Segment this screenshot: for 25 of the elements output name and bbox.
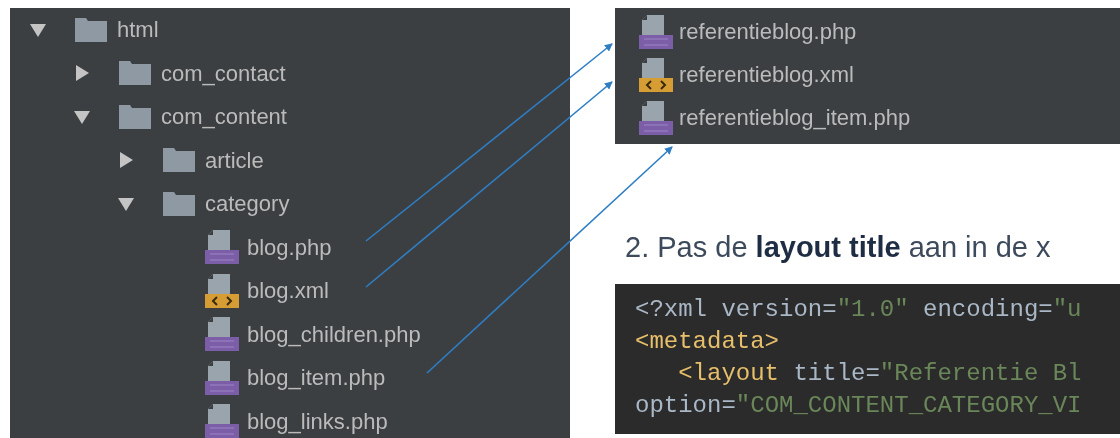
folder-name[interactable]: article (205, 143, 264, 177)
folder-icon (163, 148, 195, 173)
folder-icon (119, 61, 151, 86)
folder-name[interactable]: com_content (161, 100, 287, 134)
code-line: option="COM_CONTENT_CATEGORY_VI (635, 391, 1082, 421)
file-name[interactable]: referentieblog.php (679, 15, 857, 48)
folder-icon (75, 17, 107, 42)
code-line: <metadata> (635, 327, 780, 357)
file-name[interactable]: blog_item.php (247, 361, 386, 395)
folder-name[interactable]: html (117, 13, 159, 47)
file-name[interactable]: referentieblog_item.php (679, 101, 911, 134)
file-name[interactable]: blog_links.php (247, 404, 388, 438)
collapsed-triangle-icon[interactable] (73, 64, 91, 83)
folder-icon (119, 104, 151, 129)
folder-name[interactable]: com_contact (161, 56, 286, 90)
step-heading: 2. Pas de layout title aan in de x (625, 230, 1051, 266)
code-line: <?xml version="1.0" encoding="u (635, 295, 1082, 325)
file-name[interactable]: blog.xml (247, 274, 329, 308)
file-name[interactable]: blog_children.php (247, 317, 421, 351)
folder-icon (163, 191, 195, 216)
file-name[interactable]: blog.php (247, 230, 332, 264)
collapsed-triangle-icon[interactable] (117, 151, 135, 170)
file-name[interactable]: referentieblog.xml (679, 58, 854, 91)
code-line: <layout title="Referentie Bl (677, 359, 1082, 389)
folder-name[interactable]: category (205, 187, 290, 221)
